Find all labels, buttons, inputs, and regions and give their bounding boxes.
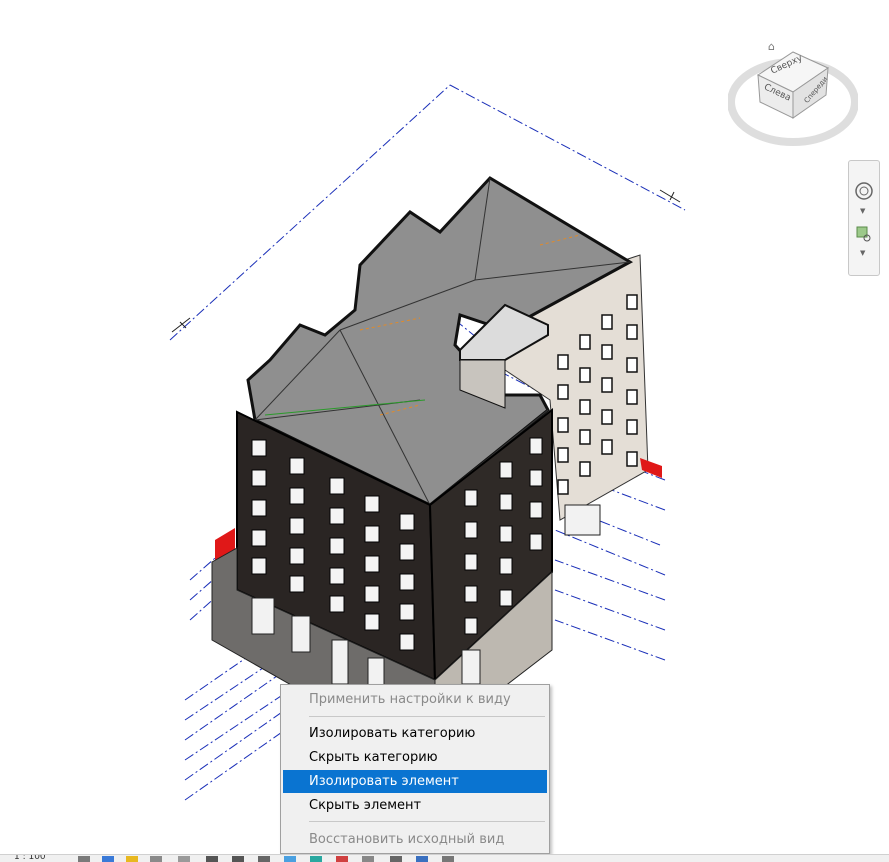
- view-control-bar: 1 : 100: [0, 854, 889, 862]
- chevron-down-icon[interactable]: ▼: [860, 249, 865, 257]
- sun-path-icon[interactable]: [126, 856, 138, 862]
- hide-isolate-icon[interactable]: [284, 856, 296, 862]
- analytical-model-icon[interactable]: [362, 856, 374, 862]
- menu-separator: [309, 821, 545, 822]
- view-scale[interactable]: 1 : 100: [14, 855, 46, 862]
- steering-wheel-icon: [855, 182, 873, 200]
- viewcube[interactable]: Сверху Слева Спереди ⌂: [727, 40, 859, 150]
- zoom-icon: [856, 226, 871, 242]
- steering-wheel-button[interactable]: [853, 179, 875, 203]
- menu-item-apply-view-settings[interactable]: Применить настройки к виду: [283, 688, 547, 711]
- menu-separator: [309, 716, 545, 717]
- zoom-button[interactable]: [853, 223, 875, 247]
- temporary-properties-icon[interactable]: [336, 856, 348, 862]
- render-icon[interactable]: [178, 856, 190, 862]
- highlight-displacement-icon[interactable]: [390, 856, 402, 862]
- visual-style-icon[interactable]: [102, 856, 114, 862]
- menu-item-isolate-element[interactable]: Изолировать элемент: [283, 770, 547, 793]
- 3d-viewport[interactable]: Сверху Слева Спереди ⌂ ▼ ▼ Применить нас…: [0, 0, 889, 862]
- context-menu: Применить настройки к виду Изолировать к…: [280, 684, 550, 854]
- crop-view-icon[interactable]: [206, 856, 218, 862]
- home-icon[interactable]: ⌂: [768, 40, 775, 53]
- navigation-bar: ▼ ▼: [848, 160, 880, 276]
- menu-item-reset-view[interactable]: Восстановить исходный вид: [283, 828, 547, 851]
- worksets-icon[interactable]: [442, 856, 454, 862]
- chevron-down-icon[interactable]: ▼: [860, 207, 865, 215]
- reveal-hidden-icon[interactable]: [310, 856, 322, 862]
- shadows-icon[interactable]: [150, 856, 162, 862]
- show-crop-icon[interactable]: [232, 856, 244, 862]
- lock-view-icon[interactable]: [258, 856, 270, 862]
- detail-level-icon[interactable]: [78, 856, 90, 862]
- menu-item-isolate-category[interactable]: Изолировать категорию: [283, 722, 547, 745]
- reveal-constraints-icon[interactable]: [416, 856, 428, 862]
- menu-item-hide-category[interactable]: Скрыть категорию: [283, 746, 547, 769]
- menu-item-hide-element[interactable]: Скрыть элемент: [283, 794, 547, 817]
